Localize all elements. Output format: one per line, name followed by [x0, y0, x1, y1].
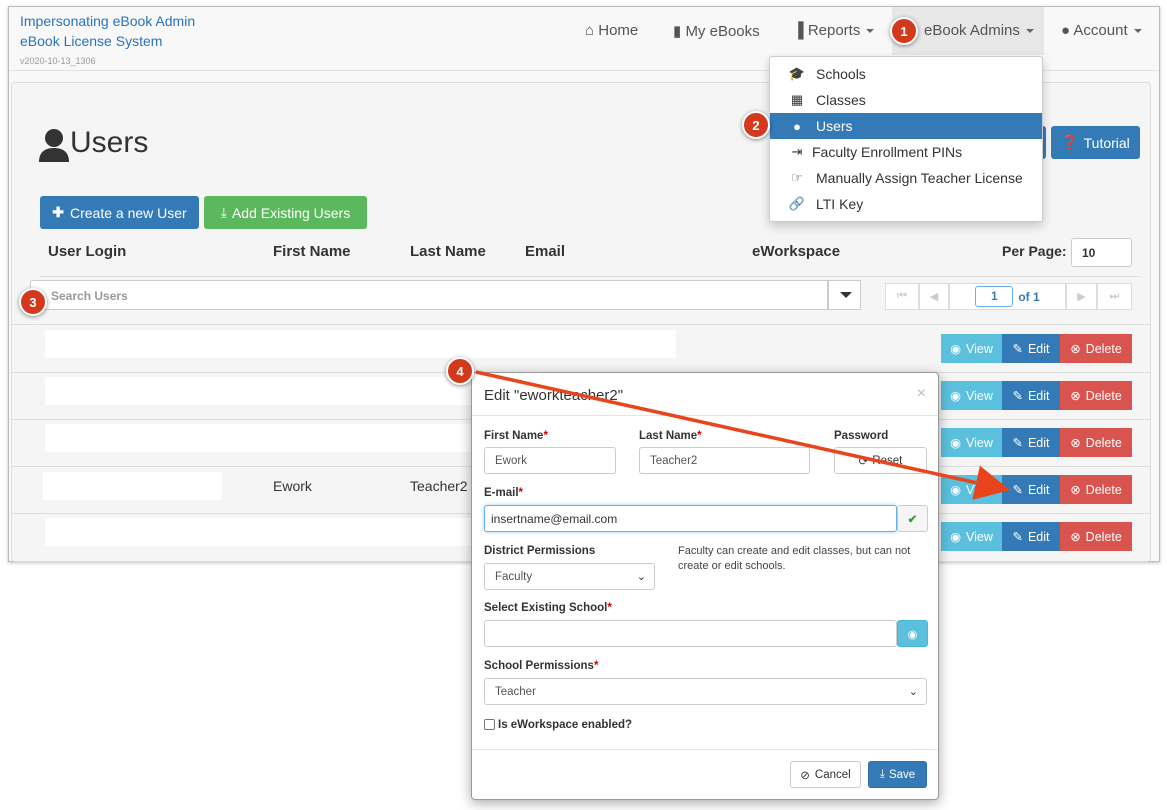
annotation-arrow	[475, 370, 1011, 500]
annotation-badge-2: 2	[742, 111, 770, 139]
annotation-badge-3: 3	[19, 288, 47, 316]
arrow-line	[475, 370, 1011, 500]
annotation-badge-1: 1	[890, 17, 918, 45]
annotation-badge-4: 4	[446, 357, 474, 385]
